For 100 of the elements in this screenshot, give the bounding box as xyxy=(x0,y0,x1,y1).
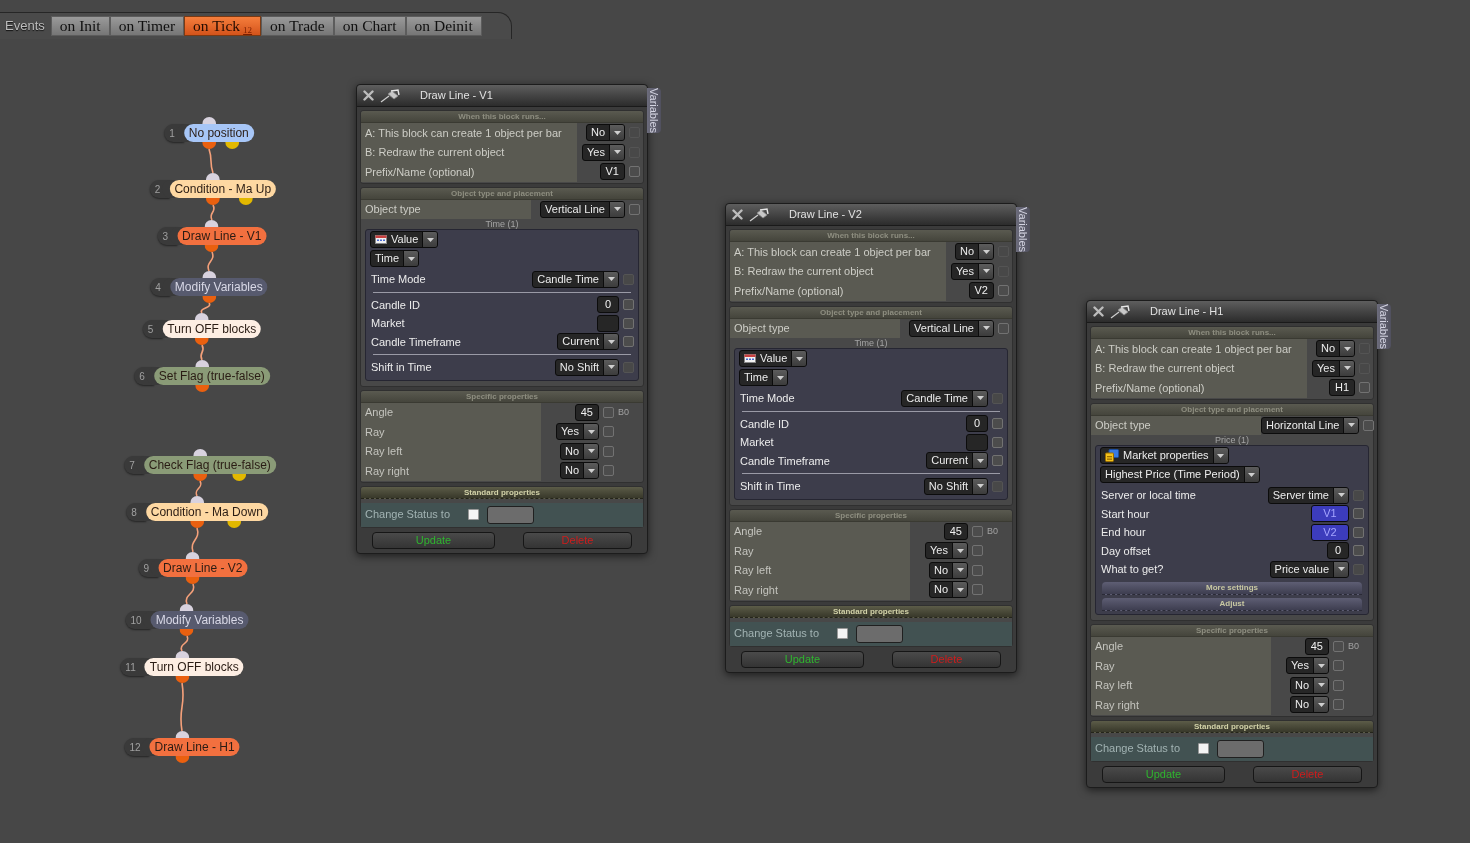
close-icon[interactable] xyxy=(363,90,374,101)
input-port-icon[interactable] xyxy=(175,651,189,658)
checkbox[interactable] xyxy=(992,436,1003,448)
branch-port-icon[interactable] xyxy=(225,142,240,149)
input-field[interactable]: 0 xyxy=(597,296,619,314)
pin-icon[interactable] xyxy=(380,88,400,103)
dropdown[interactable]: Value xyxy=(739,350,808,367)
checkbox[interactable] xyxy=(1353,526,1364,538)
close-icon[interactable] xyxy=(732,209,743,220)
output-port-icon[interactable] xyxy=(190,521,204,528)
dropdown[interactable]: Horizontal Line xyxy=(1261,416,1360,434)
checkbox[interactable] xyxy=(972,584,983,596)
input-port-icon[interactable] xyxy=(190,496,204,503)
update-button[interactable]: Update xyxy=(372,531,495,549)
input-field[interactable]: V1 xyxy=(599,163,625,181)
dropdown[interactable]: Current xyxy=(926,452,988,470)
input-field[interactable]: V2 xyxy=(1311,523,1349,541)
dropdown[interactable]: Yes xyxy=(1312,359,1355,377)
dropdown[interactable]: No xyxy=(1315,340,1355,358)
checkbox[interactable] xyxy=(1333,699,1344,711)
input-port-icon[interactable] xyxy=(193,449,207,456)
event-tab[interactable]: on Chart xyxy=(333,16,406,36)
dropdown[interactable]: Yes xyxy=(951,262,994,280)
input-port-icon[interactable] xyxy=(186,552,200,559)
input-port-icon[interactable] xyxy=(202,271,216,278)
dropdown[interactable]: Market properties xyxy=(1100,447,1229,464)
dropdown[interactable]: Time xyxy=(739,369,789,386)
input-field[interactable]: 45 xyxy=(943,522,968,540)
branch-port-icon[interactable] xyxy=(226,521,241,528)
checkbox[interactable] xyxy=(1363,419,1375,431)
expand-button[interactable]: More settings xyxy=(1102,581,1362,595)
output-port-icon[interactable] xyxy=(195,385,209,392)
output-port-icon[interactable] xyxy=(202,296,216,303)
checkbox[interactable] xyxy=(603,426,614,438)
flow-block[interactable]: Check Flag (true-false) xyxy=(143,456,276,474)
input-port-icon[interactable] xyxy=(175,731,189,738)
variables-tab[interactable]: Variables xyxy=(647,88,661,134)
input-field[interactable]: 0 xyxy=(966,415,988,433)
dropdown[interactable]: No xyxy=(585,124,625,142)
checkbox[interactable] xyxy=(972,545,983,557)
checkbox[interactable] xyxy=(992,455,1003,467)
dropdown[interactable]: No xyxy=(559,462,599,480)
checkbox[interactable] xyxy=(603,406,614,418)
checkbox[interactable] xyxy=(1353,508,1364,520)
input-field[interactable] xyxy=(856,624,903,643)
input-port-icon[interactable] xyxy=(206,173,220,180)
pin-icon[interactable] xyxy=(749,207,769,222)
dropdown[interactable]: No xyxy=(954,243,994,261)
dropdown[interactable]: Current xyxy=(557,333,619,351)
checkbox[interactable] xyxy=(623,336,634,348)
input-field[interactable]: 45 xyxy=(1304,637,1329,655)
output-port-icon[interactable] xyxy=(205,245,219,252)
dropdown[interactable]: Candle Time xyxy=(532,270,619,288)
event-tab[interactable]: on Init xyxy=(50,16,110,36)
checkbox[interactable] xyxy=(837,628,848,639)
checkbox[interactable] xyxy=(972,564,983,576)
variables-tab[interactable]: Variables xyxy=(1377,304,1391,350)
variables-tab[interactable]: Variables xyxy=(1016,207,1030,253)
dropdown[interactable]: Vertical Line xyxy=(909,319,994,337)
event-tab[interactable]: on Trade xyxy=(261,16,334,36)
branch-port-icon[interactable] xyxy=(238,198,253,205)
input-field[interactable] xyxy=(966,433,988,451)
checkbox[interactable] xyxy=(998,285,1009,297)
input-port-icon[interactable] xyxy=(195,360,209,367)
checkbox[interactable] xyxy=(468,509,479,520)
checkbox[interactable] xyxy=(1333,640,1344,652)
output-port-icon[interactable] xyxy=(175,756,189,763)
checkbox[interactable] xyxy=(603,445,614,457)
dropdown[interactable]: Yes xyxy=(925,542,968,560)
dropdown[interactable]: No xyxy=(1289,696,1329,714)
flow-block[interactable]: No position xyxy=(183,124,254,142)
output-port-icon[interactable] xyxy=(206,198,220,205)
checkbox[interactable] xyxy=(998,322,1009,334)
dropdown[interactable]: Value xyxy=(370,231,439,248)
input-port-icon[interactable] xyxy=(195,313,209,320)
dropdown[interactable]: Yes xyxy=(582,143,625,161)
input-field[interactable]: V1 xyxy=(1311,505,1349,523)
dropdown[interactable]: No xyxy=(559,442,599,460)
dropdown[interactable]: Time xyxy=(370,250,420,267)
event-tab[interactable]: on Deinit xyxy=(405,16,482,36)
flow-block[interactable]: Turn OFF blocks xyxy=(144,658,244,676)
dropdown[interactable]: Candle Time xyxy=(901,389,988,407)
dropdown[interactable]: No xyxy=(928,581,968,599)
checkbox[interactable] xyxy=(1333,660,1344,672)
expand-button[interactable]: Adjust xyxy=(1102,597,1362,611)
update-button[interactable]: Update xyxy=(1102,765,1225,783)
checkbox[interactable] xyxy=(623,317,634,329)
output-port-icon[interactable] xyxy=(195,338,209,345)
dropdown[interactable]: Vertical Line xyxy=(540,200,625,218)
dropdown[interactable]: No xyxy=(1289,676,1329,694)
flow-block[interactable]: Condition - Ma Down xyxy=(145,503,268,521)
checkbox[interactable] xyxy=(629,203,640,215)
checkbox[interactable] xyxy=(992,418,1003,430)
input-field[interactable] xyxy=(1217,739,1264,758)
output-port-icon[interactable] xyxy=(180,629,194,636)
checkbox[interactable] xyxy=(623,299,634,311)
checkbox[interactable] xyxy=(1353,545,1364,557)
dropdown[interactable]: Yes xyxy=(556,423,599,441)
checkbox[interactable] xyxy=(1333,679,1344,691)
checkbox[interactable] xyxy=(603,465,614,477)
